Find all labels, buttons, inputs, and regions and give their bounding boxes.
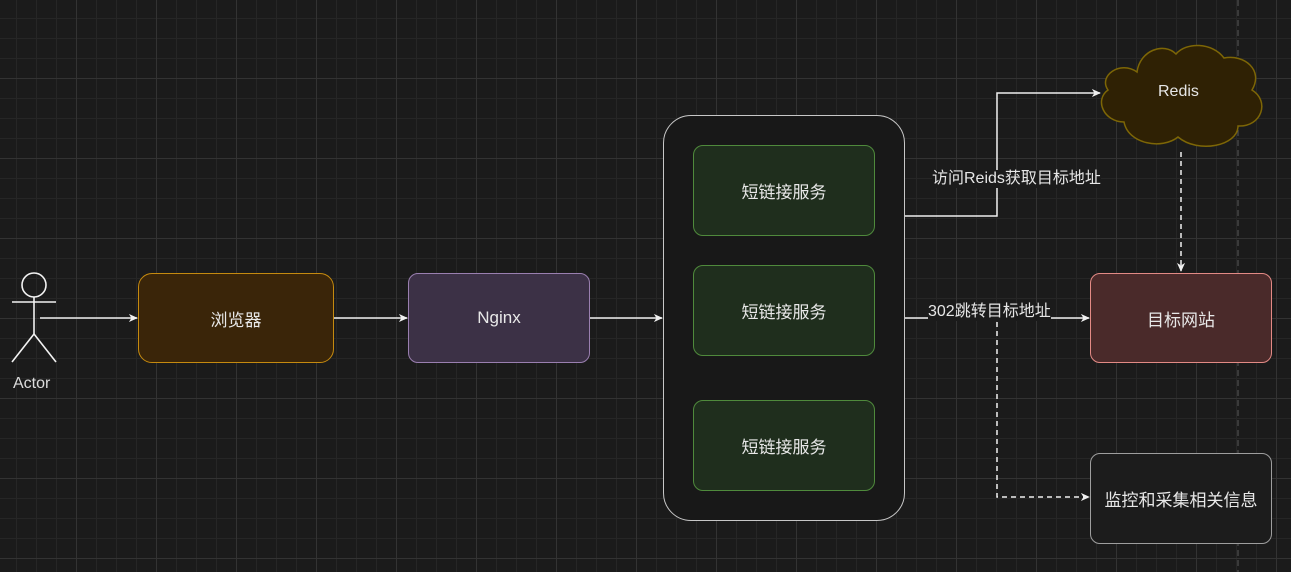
- short-link-service-1[interactable]: 短链接服务: [693, 145, 875, 236]
- edge-redis-label: 访问Reids获取目标地址: [932, 170, 1101, 188]
- edge-redirect-label: 302跳转目标地址: [928, 303, 1051, 321]
- short-link-service-2[interactable]: 短链接服务: [693, 265, 875, 356]
- target-website-node[interactable]: 目标网站: [1090, 273, 1272, 363]
- edge-monitor: [996, 322, 1090, 502]
- browser-node[interactable]: 浏览器: [138, 273, 334, 363]
- edge-services-redis: [905, 88, 1101, 217]
- redis-label: Redis: [1158, 83, 1199, 100]
- monitor-node[interactable]: 监控和采集相关信息: [1090, 453, 1272, 544]
- short-link-service-3[interactable]: 短链接服务: [693, 400, 875, 491]
- nginx-node[interactable]: Nginx: [408, 273, 590, 363]
- actor-label: Actor: [13, 375, 51, 392]
